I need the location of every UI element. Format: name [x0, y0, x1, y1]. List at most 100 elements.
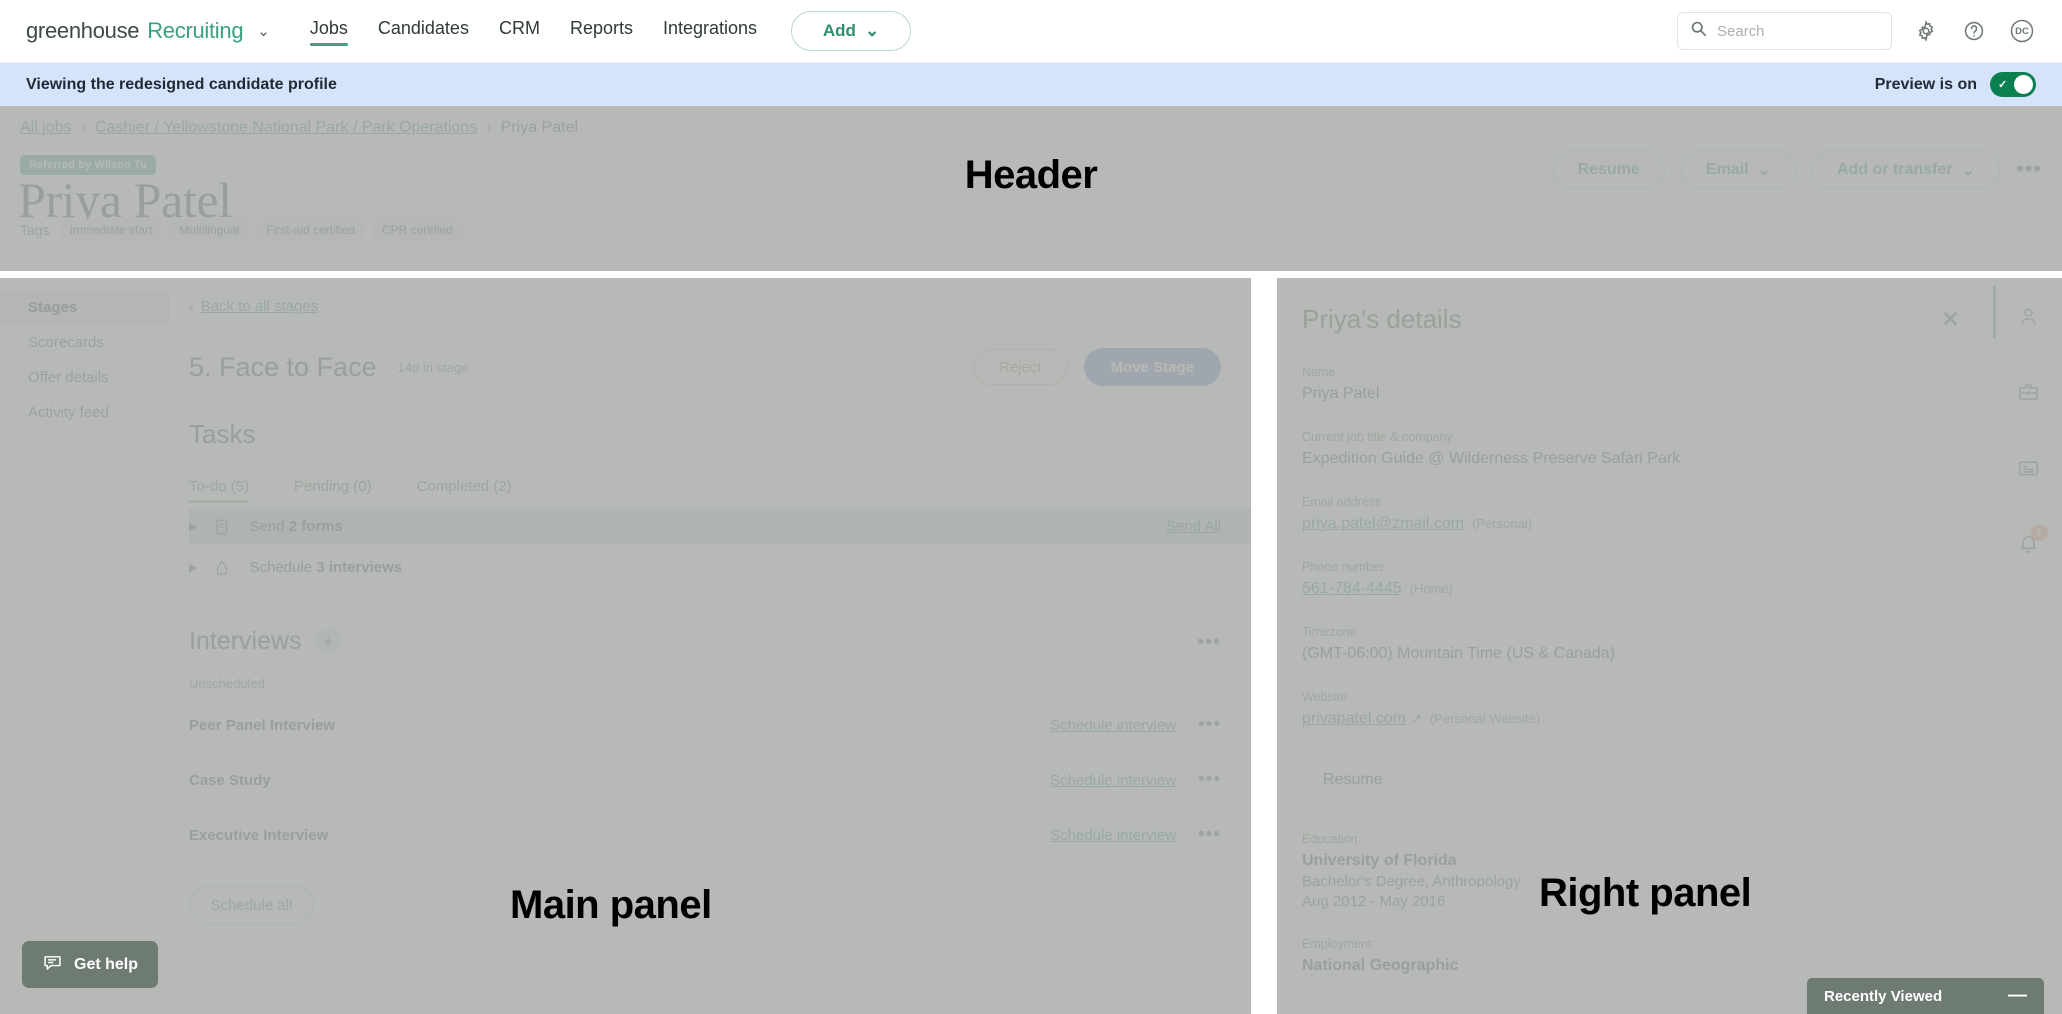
task-count: 2 forms: [288, 518, 343, 535]
tag-chip[interactable]: Multilingual: [170, 219, 249, 241]
chevron-down-icon: ⌄: [1961, 161, 1975, 179]
sidebar-item-offer-details[interactable]: Offer details: [0, 360, 170, 395]
back-to-all-stages-link[interactable]: ‹ Back to all stages: [189, 278, 1251, 315]
breadcrumb-all-jobs[interactable]: All jobs: [20, 119, 72, 137]
close-icon[interactable]: ✕: [1941, 306, 1960, 333]
add-interview-icon[interactable]: +: [315, 629, 341, 654]
field-value: Priya Patel: [1302, 385, 1380, 402]
search-input[interactable]: [1717, 22, 1879, 40]
avatar-initials: DC: [2015, 25, 2029, 37]
brand-logo[interactable]: greenhouse Recruiting ⌄: [26, 18, 270, 44]
nav-item-jobs[interactable]: Jobs: [309, 18, 348, 46]
task-row[interactable]: ▶ Send 2 forms Send All: [189, 509, 1251, 544]
add-button[interactable]: Add ⌄: [791, 11, 912, 51]
card-list-icon[interactable]: [2009, 448, 2049, 488]
recently-viewed-bar[interactable]: Recently Viewed —: [1807, 978, 2044, 1014]
row-more-options-icon[interactable]: •••: [1198, 826, 1221, 844]
overlay-label-right: Right panel: [1539, 871, 1752, 915]
tag-chip[interactable]: CPR certified: [373, 219, 462, 241]
sidebar-item-activity-feed[interactable]: Activity feed: [0, 395, 170, 430]
header-more-options-icon[interactable]: •••: [2016, 158, 2042, 180]
chevron-down-icon: ⌄: [1757, 161, 1771, 179]
avatar[interactable]: DC: [2008, 17, 2036, 45]
schedule-interview-link[interactable]: Schedule interview: [1050, 717, 1176, 734]
stage-content: ‹ Back to all stages 5. Face to Face · 1…: [189, 278, 1251, 924]
search-icon: [1690, 20, 1707, 42]
brand-greenhouse: greenhouse: [26, 18, 140, 43]
preview-banner-message: Viewing the redesigned candidate profile: [26, 75, 337, 93]
person-icon[interactable]: [1992, 286, 2049, 338]
briefcase-icon[interactable]: [2009, 372, 2049, 412]
details-title: Priya's details: [1302, 304, 1462, 334]
top-navigation-bar: greenhouse Recruiting ⌄ Jobs Candidates …: [0, 0, 2062, 63]
schedule-all-button[interactable]: Schedule all: [189, 886, 314, 924]
row-more-options-icon[interactable]: •••: [1198, 716, 1221, 734]
gear-icon[interactable]: [1912, 17, 1940, 45]
get-help-button[interactable]: Get help: [22, 941, 159, 988]
sidebar-item-scorecards[interactable]: Scorecards: [0, 325, 170, 360]
task-count: 3 interviews: [316, 559, 403, 576]
add-or-transfer-label: Add or transfer: [1836, 160, 1953, 178]
tab-todo[interactable]: To-do (5): [189, 478, 250, 503]
email-note: (Personal): [1472, 516, 1533, 531]
field-label: Employment: [1302, 937, 1372, 951]
add-or-transfer-button[interactable]: Add or transfer ⌄: [1811, 150, 2000, 189]
field-website: Website privapatel.com ↗ (Personal Websi…: [1302, 690, 1960, 728]
interview-name: Executive Interview: [189, 826, 329, 844]
field-value: (GMT-06:00) Mountain Time (US & Canada): [1302, 645, 1616, 662]
phone-link[interactable]: 561-784-4445: [1302, 580, 1402, 598]
breadcrumb: All jobs › Cashier / Yellowstone Nationa…: [20, 119, 578, 137]
bell-icon[interactable]: 1: [2009, 524, 2049, 564]
field-timezone: Timezone (GMT-06:00) Mountain Time (US &…: [1302, 625, 1960, 663]
tag-chip[interactable]: Immediate start: [60, 219, 162, 241]
search-box[interactable]: [1677, 12, 1892, 50]
field-label: Education: [1302, 832, 1358, 846]
right-rail: 1: [1992, 278, 2062, 1014]
resume-attachment-box[interactable]: Resume: [1302, 755, 1960, 805]
email-button[interactable]: Email ⌄: [1680, 150, 1796, 189]
field-label: Website: [1302, 690, 1347, 704]
tab-pending[interactable]: Pending (0): [294, 478, 372, 503]
interview-icon: [213, 558, 233, 578]
nav-item-integrations[interactable]: Integrations: [663, 18, 757, 44]
stage-title: 5. Face to Face: [189, 351, 377, 382]
table-row: Peer Panel Interview Schedule interview …: [189, 703, 1251, 746]
schedule-interview-link[interactable]: Schedule interview: [1050, 772, 1176, 789]
reject-button[interactable]: Reject: [973, 349, 1068, 385]
expand-triangle-icon[interactable]: ▶: [189, 561, 197, 574]
interviews-header: Interviews + •••: [189, 627, 1251, 656]
nav-item-candidates[interactable]: Candidates: [378, 18, 469, 44]
nav-item-reports[interactable]: Reports: [570, 18, 633, 44]
chat-icon: [42, 952, 63, 978]
nav-item-crm[interactable]: CRM: [499, 18, 540, 44]
expand-triangle-icon[interactable]: ▶: [189, 520, 197, 533]
move-stage-button[interactable]: Move Stage: [1083, 348, 1221, 386]
email-link[interactable]: priya.patel@zmail.com: [1302, 515, 1464, 533]
field-label: Phone number: [1302, 560, 1385, 574]
field-job-title: Current job title & company Expedition G…: [1302, 430, 1960, 468]
chevron-down-icon[interactable]: ⌄: [257, 22, 270, 40]
tag-chip[interactable]: First-aid certified: [257, 219, 364, 241]
row-more-options-icon[interactable]: •••: [1198, 771, 1221, 789]
help-icon[interactable]: [1960, 17, 1988, 45]
website-link[interactable]: privapatel.com: [1302, 710, 1406, 728]
resume-button[interactable]: Resume: [1552, 150, 1665, 189]
interviews-more-options-icon[interactable]: •••: [1197, 632, 1221, 652]
breadcrumb-job[interactable]: Cashier / Yellowstone National Park / Pa…: [95, 119, 477, 137]
education-school: University of Florida: [1302, 852, 1457, 869]
tab-completed[interactable]: Completed (2): [417, 478, 512, 503]
recently-viewed-label: Recently Viewed: [1824, 987, 1943, 1005]
toggle-knob: [2014, 75, 2033, 94]
field-phone: Phone number 561-784-4445 (Home): [1302, 560, 1960, 598]
add-button-label: Add: [822, 21, 856, 40]
send-all-link[interactable]: Send All: [1166, 518, 1221, 535]
task-prefix: Schedule: [249, 559, 313, 576]
get-help-label: Get help: [74, 955, 139, 973]
task-row[interactable]: ▶ Schedule 3 interviews: [189, 550, 1251, 585]
sidebar-item-stages[interactable]: Stages: [0, 290, 170, 325]
brand-recruiting: Recruiting: [147, 18, 244, 43]
preview-toggle[interactable]: ✓: [1990, 72, 2036, 97]
schedule-interview-link[interactable]: Schedule interview: [1050, 827, 1176, 844]
minimize-icon[interactable]: —: [2008, 986, 2027, 1006]
preview-banner: Viewing the redesigned candidate profile…: [0, 63, 2062, 106]
